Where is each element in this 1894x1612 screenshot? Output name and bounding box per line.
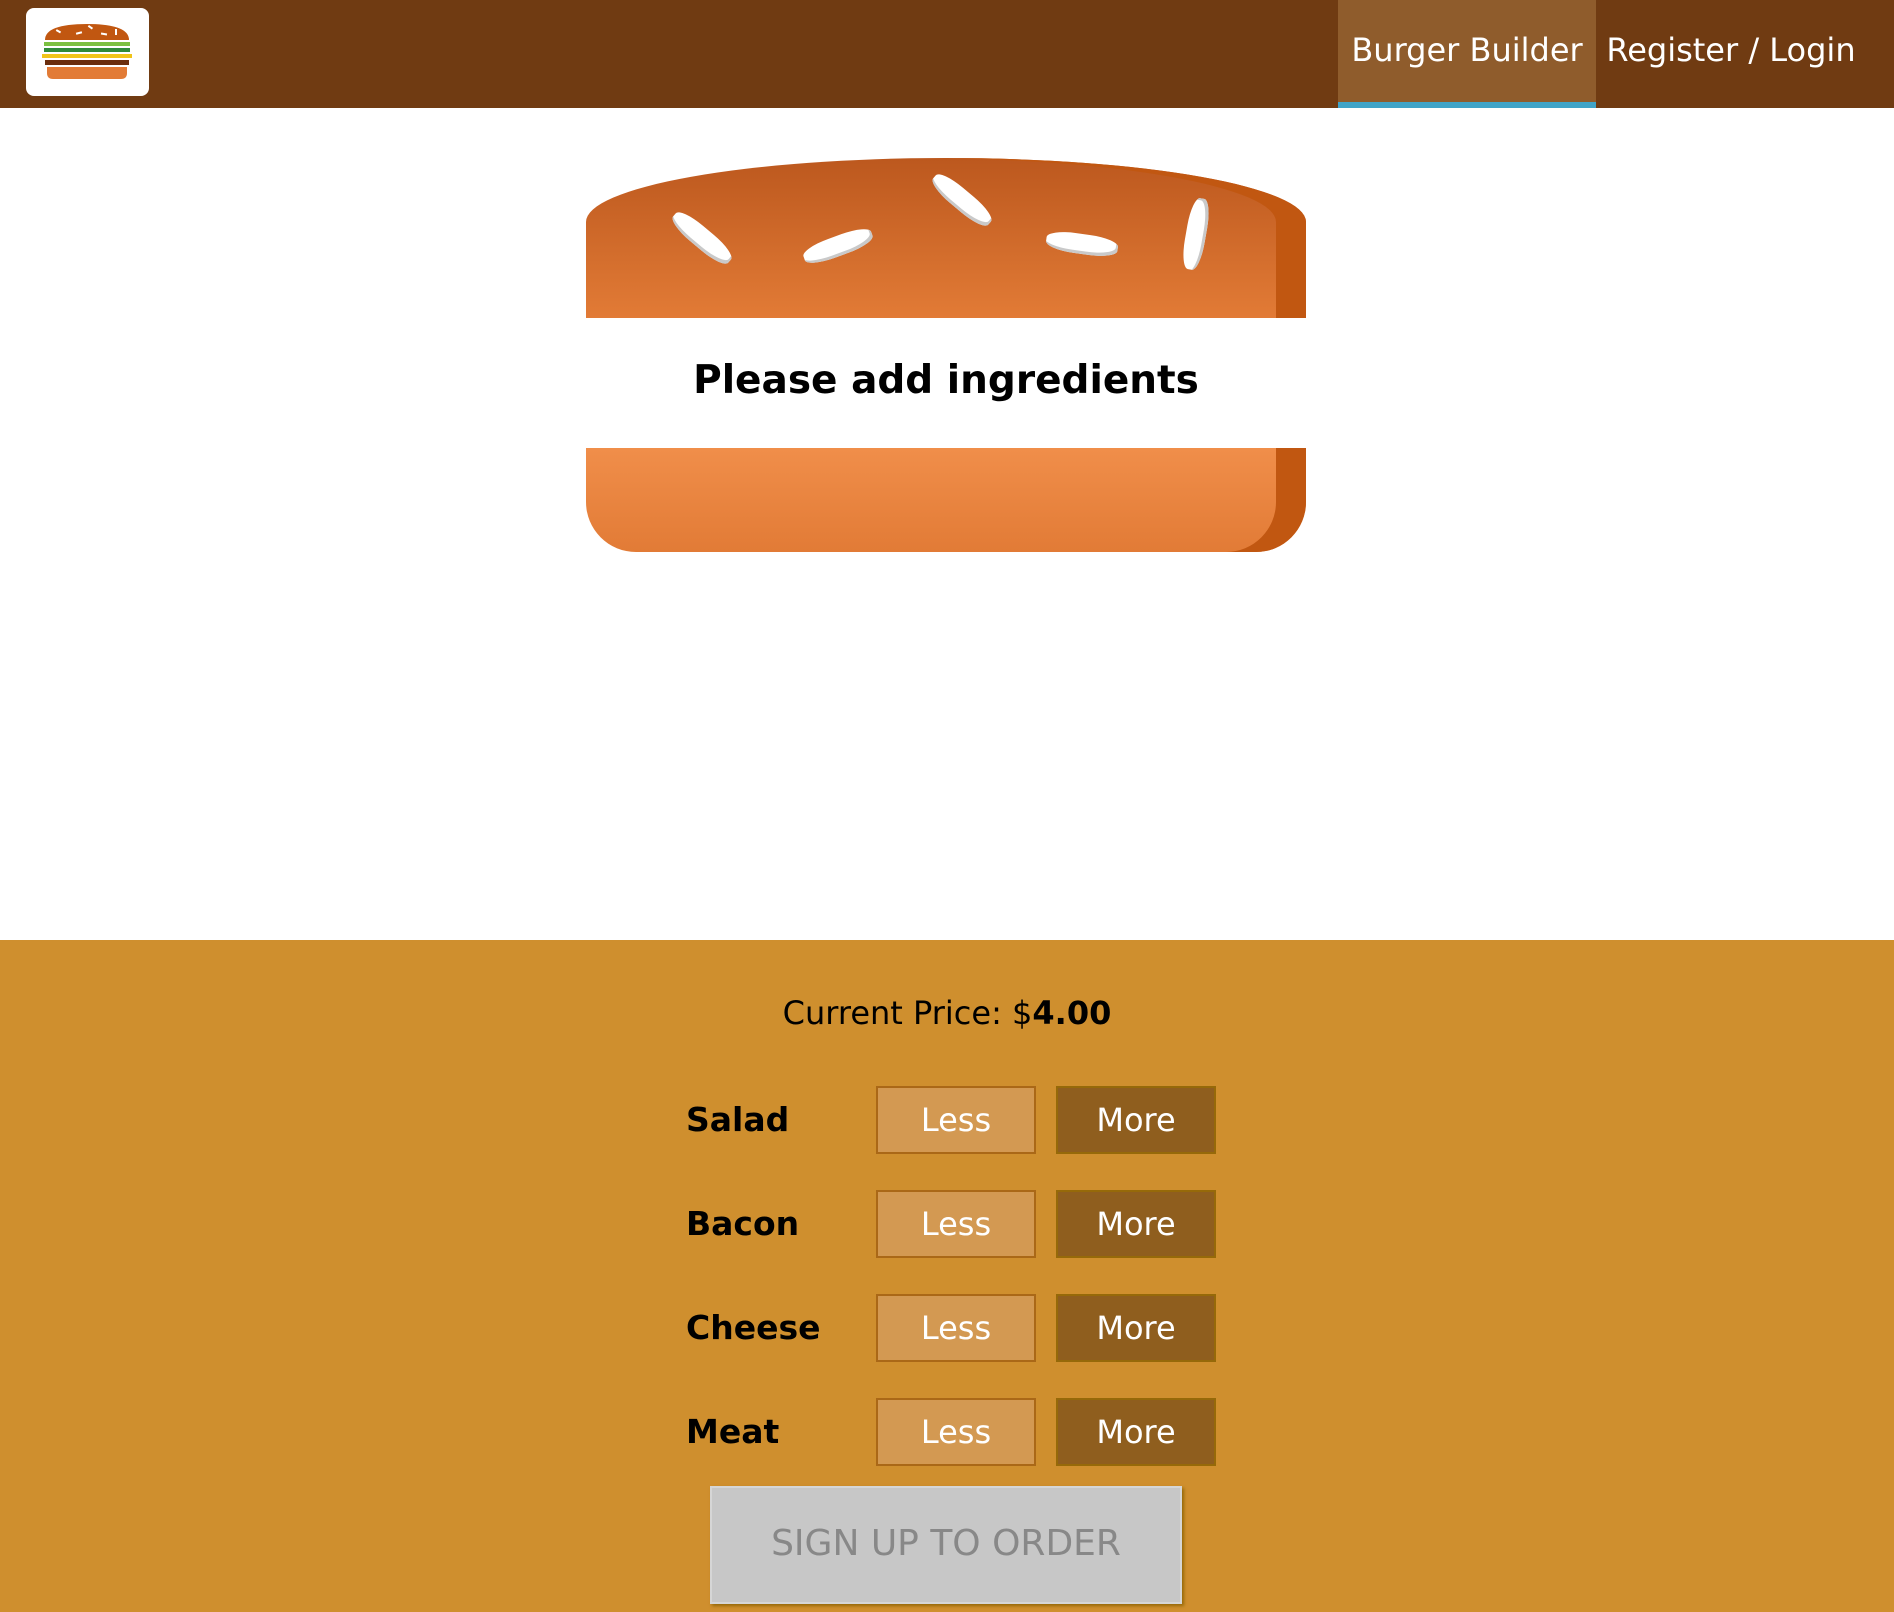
- ingredient-label-salad: Salad: [686, 1100, 790, 1139]
- nav-register-login[interactable]: Register / Login: [1596, 0, 1866, 108]
- ingredient-row-salad: Salad Less More: [686, 1086, 1216, 1154]
- price-label: Current Price: $: [782, 994, 1033, 1032]
- ingredient-row-cheese: Cheese Less More: [686, 1294, 1216, 1362]
- ingredient-label-cheese: Cheese: [686, 1308, 821, 1347]
- bread-top: [586, 158, 1306, 318]
- toolbar: Burger Builder Register / Login: [0, 0, 1894, 108]
- ingredient-row-bacon: Bacon Less More: [686, 1190, 1216, 1258]
- cheese-more-button[interactable]: More: [1056, 1294, 1216, 1362]
- sesame-seed: [1044, 229, 1120, 259]
- sesame-seed: [800, 224, 876, 268]
- ingredient-row-meat: Meat Less More: [686, 1398, 1216, 1466]
- burger-logo-icon[interactable]: [26, 8, 149, 96]
- sesame-seed: [1179, 196, 1213, 272]
- bacon-less-button[interactable]: Less: [876, 1190, 1036, 1258]
- sesame-seed: [667, 207, 737, 269]
- ingredient-label-meat: Meat: [686, 1412, 780, 1451]
- meat-more-button[interactable]: More: [1056, 1398, 1216, 1466]
- sesame-seed: [927, 169, 997, 231]
- empty-burger-message: Please add ingredients: [693, 358, 1199, 403]
- price-value: 4.00: [1032, 994, 1112, 1032]
- bread-bottom: [586, 448, 1306, 552]
- sign-up-to-order-button[interactable]: SIGN UP TO ORDER: [710, 1486, 1182, 1604]
- bacon-more-button[interactable]: More: [1056, 1190, 1216, 1258]
- current-price: Current Price: $4.00: [0, 994, 1894, 1032]
- burger-preview: Please add ingredients: [0, 108, 1894, 940]
- salad-less-button[interactable]: Less: [876, 1086, 1036, 1154]
- nav-burger-builder[interactable]: Burger Builder: [1338, 0, 1596, 108]
- salad-more-button[interactable]: More: [1056, 1086, 1216, 1154]
- meat-less-button[interactable]: Less: [876, 1398, 1036, 1466]
- cheese-less-button[interactable]: Less: [876, 1294, 1036, 1362]
- ingredient-label-bacon: Bacon: [686, 1204, 800, 1243]
- build-controls: Current Price: $4.00 Salad Less More Bac…: [0, 940, 1894, 1612]
